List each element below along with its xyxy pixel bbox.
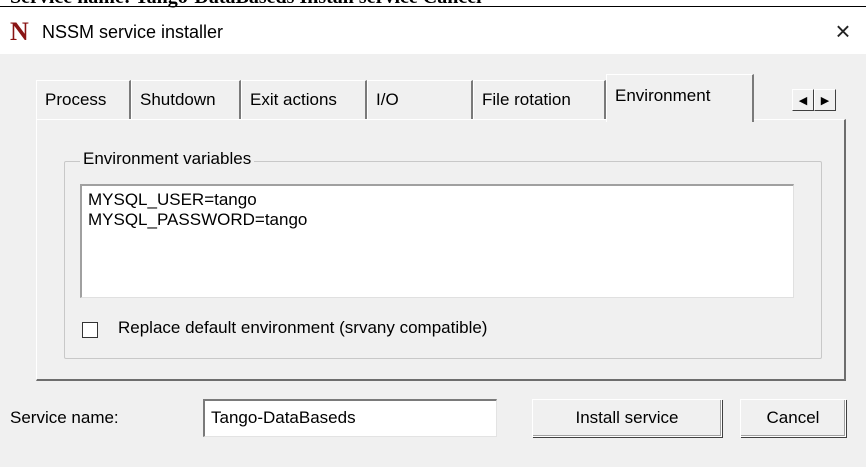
scroll-right-icon[interactable]: ▶ (814, 89, 836, 111)
install-service-label: Install service (575, 408, 679, 427)
window-title: NSSM service installer (42, 22, 224, 42)
clipped-header-border (0, 6, 866, 7)
service-name-input[interactable]: Tango-DataBaseds (203, 399, 497, 437)
replace-default-environment-checkbox[interactable] (82, 322, 98, 338)
nssm-installer-window: Service name: Tango-DataBaseds Install s… (0, 0, 866, 467)
replace-default-environment-label[interactable]: Replace default environment (srvany comp… (118, 318, 487, 338)
tab-label: I/O (376, 90, 399, 109)
groupbox-title: Environment variables (80, 149, 255, 169)
tab-label: Process (45, 90, 107, 109)
cancel-button[interactable]: Cancel (740, 399, 846, 437)
service-name-label: Service name: (10, 408, 119, 427)
tab-label: File rotation (482, 90, 571, 109)
tab-label: Exit actions (250, 90, 337, 109)
tab-label: Environment (615, 86, 711, 105)
close-icon[interactable]: × (820, 8, 866, 54)
tab-exit-actions[interactable]: Exit actions (241, 80, 367, 120)
install-service-button[interactable]: Install service (532, 399, 722, 437)
tab-process[interactable]: Process (36, 80, 131, 120)
env-variable-line: MYSQL_PASSWORD=tango (88, 210, 308, 229)
tab-file-rotation[interactable]: File rotation (473, 80, 606, 120)
tab-io[interactable]: I/O (367, 80, 473, 120)
env-variable-line: MYSQL_USER=tango (88, 190, 257, 209)
scroll-left-icon[interactable]: ◀ (792, 89, 814, 111)
tab-label: Shutdown (140, 90, 216, 109)
tab-environment[interactable]: Environment (606, 74, 754, 122)
clipped-header-strip: Service name: Tango-DataBaseds Install s… (0, 0, 866, 8)
title-bar[interactable]: N NSSM service installer × (0, 8, 866, 54)
environment-variables-textarea[interactable]: MYSQL_USER=tango MYSQL_PASSWORD=tango (80, 184, 794, 298)
tab-shutdown[interactable]: Shutdown (131, 80, 241, 120)
nssm-logo-icon: N (10, 17, 29, 46)
cancel-label: Cancel (766, 408, 820, 427)
